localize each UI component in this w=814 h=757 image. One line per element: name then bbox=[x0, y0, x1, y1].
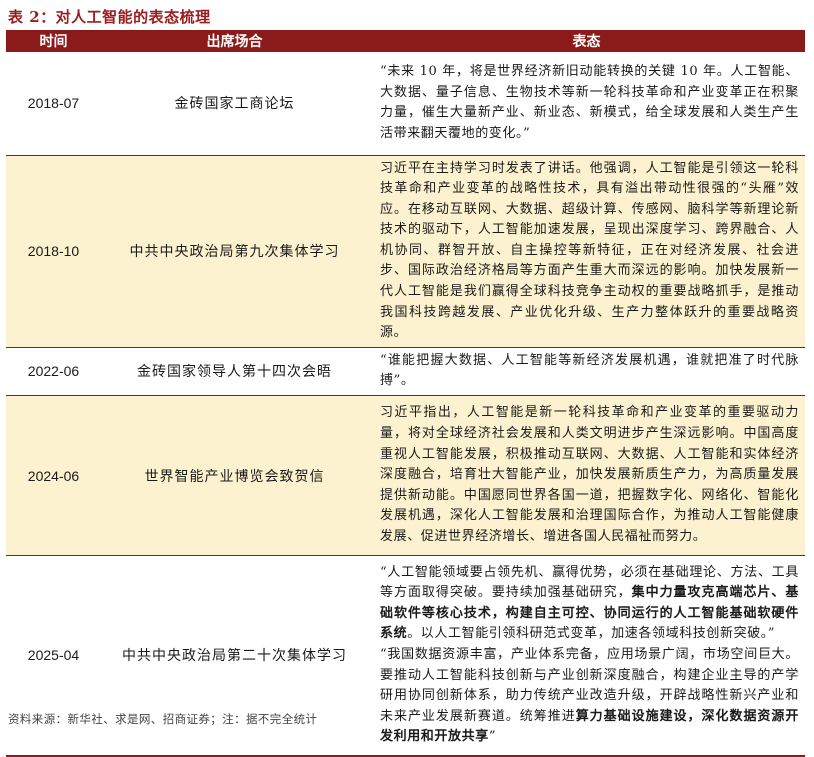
row-statement: 习近平在主持学习时发表了讲话。他强调，人工智能是引领这一轮科技革命和产业变革的战… bbox=[368, 155, 805, 348]
statement-paragraph: “人工智能领域要占领先机、赢得优势，必须在基础理论、方法、工具等方面取得突破。要… bbox=[380, 564, 799, 642]
table-row: 2022-06 金砖国家领导人第十四次会晤 “谁能把握大数据、人工智能等新经济发… bbox=[6, 347, 805, 397]
table-row: 2018-10 中共中央政治局第九次集体学习 习近平在主持学习时发表了讲话。他强… bbox=[6, 155, 805, 348]
header-statement: 表态 bbox=[368, 30, 805, 52]
row-statement: “未来 10 年，将是世界经济新旧动能转换的关键 10 年。人工智能、大数据、量… bbox=[368, 52, 805, 156]
table-caption: 表 2：对人工智能的表态梳理 bbox=[8, 8, 211, 26]
row-time: 2018-07 bbox=[6, 52, 101, 156]
row-time: 2018-10 bbox=[6, 155, 101, 348]
row-venue: 金砖国家工商论坛 bbox=[101, 52, 368, 156]
table-row: 2018-07 金砖国家工商论坛 “未来 10 年，将是世界经济新旧动能转换的关… bbox=[6, 52, 805, 156]
row-statement: “谁能把握大数据、人工智能等新经济发展机遇，谁就把准了时代脉搏”。 bbox=[368, 347, 805, 397]
ai-statement-table: 时间 出席场合 表态 2018-07 金砖国家工商论坛 “未来 10 年，将是世… bbox=[6, 30, 805, 757]
row-time: 2024-06 bbox=[6, 395, 101, 557]
row-venue: 金砖国家领导人第十四次会晤 bbox=[101, 347, 368, 397]
header-venue: 出席场合 bbox=[101, 30, 368, 52]
row-venue: 世界智能产业博览会致贺信 bbox=[101, 395, 368, 557]
row-venue: 中共中央政治局第九次集体学习 bbox=[101, 155, 368, 348]
row-statement: “人工智能领域要占领先机、赢得优势，必须在基础理论、方法、工具等方面取得突破。要… bbox=[368, 555, 805, 757]
table-row: 2024-06 世界智能产业博览会致贺信 习近平指出，人工智能是新一轮科技革命和… bbox=[6, 395, 805, 557]
header-time: 时间 bbox=[6, 30, 101, 52]
row-time: 2022-06 bbox=[6, 347, 101, 397]
row-statement: 习近平指出，人工智能是新一轮科技革命和产业变革的重要驱动力量，将对全球经济社会发… bbox=[368, 395, 805, 557]
table-header-row: 时间 出席场合 表态 bbox=[6, 30, 805, 52]
source-note: 资料来源：新华社、求是网、招商证券；注：据不完全统计 bbox=[8, 712, 318, 726]
